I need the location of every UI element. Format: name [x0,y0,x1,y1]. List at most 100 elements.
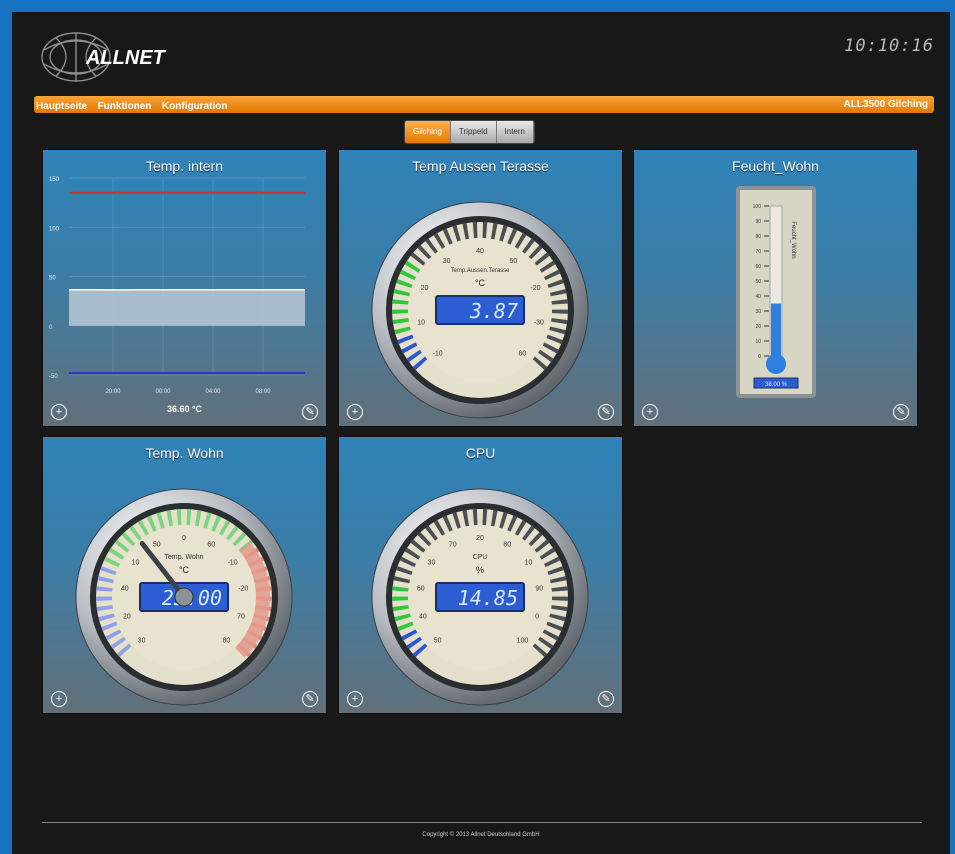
gauge-label: Temp. Wohn [164,554,203,561]
widget-cpu: CPU 50 40 60 30 70 20 80 10 90 0 100 CPU% 14.85 + ✎ [338,436,623,714]
gauge-tick-label: 80 [503,542,511,549]
add-icon[interactable]: + [642,404,658,420]
widget-temp-wohn: Temp. Wohn 30 20 40 10 50 0 60 -10 -20 70 80 Temp. … [42,436,327,714]
thermometer-tick-label: 60 [755,264,761,270]
app-frame: ALLNET 10:10:16 Hauptseite Funktionen Ko… [12,12,950,854]
y-tick-label: 150 [49,177,60,183]
gauge-tick-label: 40 [121,586,129,593]
gauge-tick-label: 60 [207,542,215,549]
gauge-tick-label: 40 [476,248,484,255]
scale-segment [392,309,409,314]
gauge-tick-label: 60 [417,586,425,593]
tab-gilching[interactable]: Gilching [405,121,451,143]
location-tabs: Gilching Trippeld Intern [404,120,535,144]
lcd-value: 14.85 [458,586,518,610]
y-tick-label: 50 [49,276,56,282]
temp-wohn-gauge: 3020401050060-10-207080Temp. Wohn°C23.00 [75,488,293,706]
gauge-tick-label: 10 [417,320,425,327]
gauge-tick-label: 80 [223,637,231,644]
gauge-tick-label: 30 [443,258,451,265]
allnet-logo: ALLNET [41,32,167,82]
gauge-unit: % [476,565,484,575]
footer-divider [42,822,922,823]
x-tick-label: 00:00 [155,389,171,395]
tab-intern[interactable]: Intern [496,121,534,143]
y-tick-label: -50 [49,374,58,380]
y-tick-label: 0 [49,325,53,331]
gauge-label: CPU [473,554,488,561]
gauge-tick-label: 10 [525,560,533,567]
tab-trippeld[interactable]: Trippeld [450,121,497,143]
scale-segment [551,596,568,601]
lcd-value: 3.87 [469,299,518,323]
scale-segment [551,309,568,314]
scale-segment [392,596,409,601]
x-tick-label: 20:00 [105,389,121,395]
settings-wrench-icon[interactable]: ✎ [302,404,318,420]
temp-intern-readout: 36.60 °C [166,404,203,414]
gauge-tick-label: 30 [428,560,436,567]
svg-text:ALLNET: ALLNET [85,47,167,69]
y-tick-label: 100 [49,226,60,232]
widget-temp-aussen: Temp Aussen Terasse -10 10 20 30 40 50 -20 -30 6… [338,149,623,427]
gauge-unit: °C [475,278,486,288]
thermometer-bulb [766,354,786,374]
thermometer-label: Feucht_Wohn [790,221,796,258]
gauge-tick-label: -30 [534,320,544,327]
gauge-tick-label: 0 [182,535,186,542]
gauge-tick-label: 50 [153,542,161,549]
clock-display: 10:10:16 [844,36,934,56]
thermometer-tick-label: 50 [755,279,761,285]
gauge-tick-label: 50 [509,258,517,265]
x-tick-label: 08:00 [255,389,271,395]
gauge-tick-label: 50 [434,637,442,644]
thermometer-tick-label: 90 [755,219,761,225]
thermometer-tick-label: 70 [755,249,761,255]
gauge-unit: °C [179,565,190,575]
thermometer-readout: 38.00 % [765,382,788,388]
temperature-area [69,289,305,326]
add-icon[interactable]: + [347,691,363,707]
widget-feucht-wohn: Feucht_Wohn 100 90 80 70 60 50 40 30 20 10 0 Feucht… [633,149,918,427]
gauge-tick-label: 30 [138,637,146,644]
x-tick-label: 04:00 [205,389,221,395]
thermometer-tick-label: 30 [755,309,761,315]
gauge-tick-label: 0 [535,614,539,621]
device-name[interactable]: ALL3500 Gilching [844,96,928,113]
thermometer-tick-label: 40 [755,294,761,300]
add-icon[interactable]: + [51,691,67,707]
settings-wrench-icon[interactable]: ✎ [893,404,909,420]
gauge-tick-label: 10 [132,560,140,567]
widget-temp-intern: Temp. intern 150 100 50 0 -50 20:00 00:00 04:00… [42,149,327,427]
add-icon[interactable]: + [51,404,67,420]
gauge-tick-label: 70 [237,614,245,621]
gauge-tick-label: -10 [433,350,443,357]
main-navbar: Hauptseite Funktionen Konfiguration ALL3… [34,96,934,113]
gauge-needle-hub [174,587,194,607]
humidity-thermometer: 1009080706050403020100Feucht_Wohn38.00 % [736,186,816,398]
gauge-tick-label: 20 [476,535,484,542]
nav-funktionen[interactable]: Funktionen [98,98,152,115]
gauge-tick-label: 20 [123,614,131,621]
temp-aussen-gauge: -10 10 20 30 40 50 -20 -30 60 Temp.Aussen.Terasse… [371,201,589,419]
gauge-tick-label: -20 [238,586,248,593]
nav-hauptseite[interactable]: Hauptseite [36,98,87,115]
settings-wrench-icon[interactable]: ✎ [598,691,614,707]
thermometer-tick-label: 80 [755,234,761,240]
add-icon[interactable]: + [347,404,363,420]
thermometer-tick-label: 20 [755,324,761,330]
gauge-tick-label: 20 [421,285,429,292]
temp-intern-chart: 150 100 50 0 -50 20:00 00:00 04:00 08:00 [49,177,305,395]
gauge-tick-label: -20 [530,285,540,292]
nav-konfiguration[interactable]: Konfiguration [162,98,228,115]
gauge-tick-label: 60 [519,350,527,357]
thermometer-fill [771,303,781,360]
gauge-tick-label: 90 [535,586,543,593]
gauge-tick-label: 100 [517,637,529,644]
gauge-tick-label: 70 [449,542,457,549]
settings-wrench-icon[interactable]: ✎ [302,691,318,707]
thermometer-tick-label: 100 [753,204,762,210]
thermometer-tick-label: 0 [758,354,761,360]
gauge-tick-label: -10 [227,560,237,567]
settings-wrench-icon[interactable]: ✎ [598,404,614,420]
